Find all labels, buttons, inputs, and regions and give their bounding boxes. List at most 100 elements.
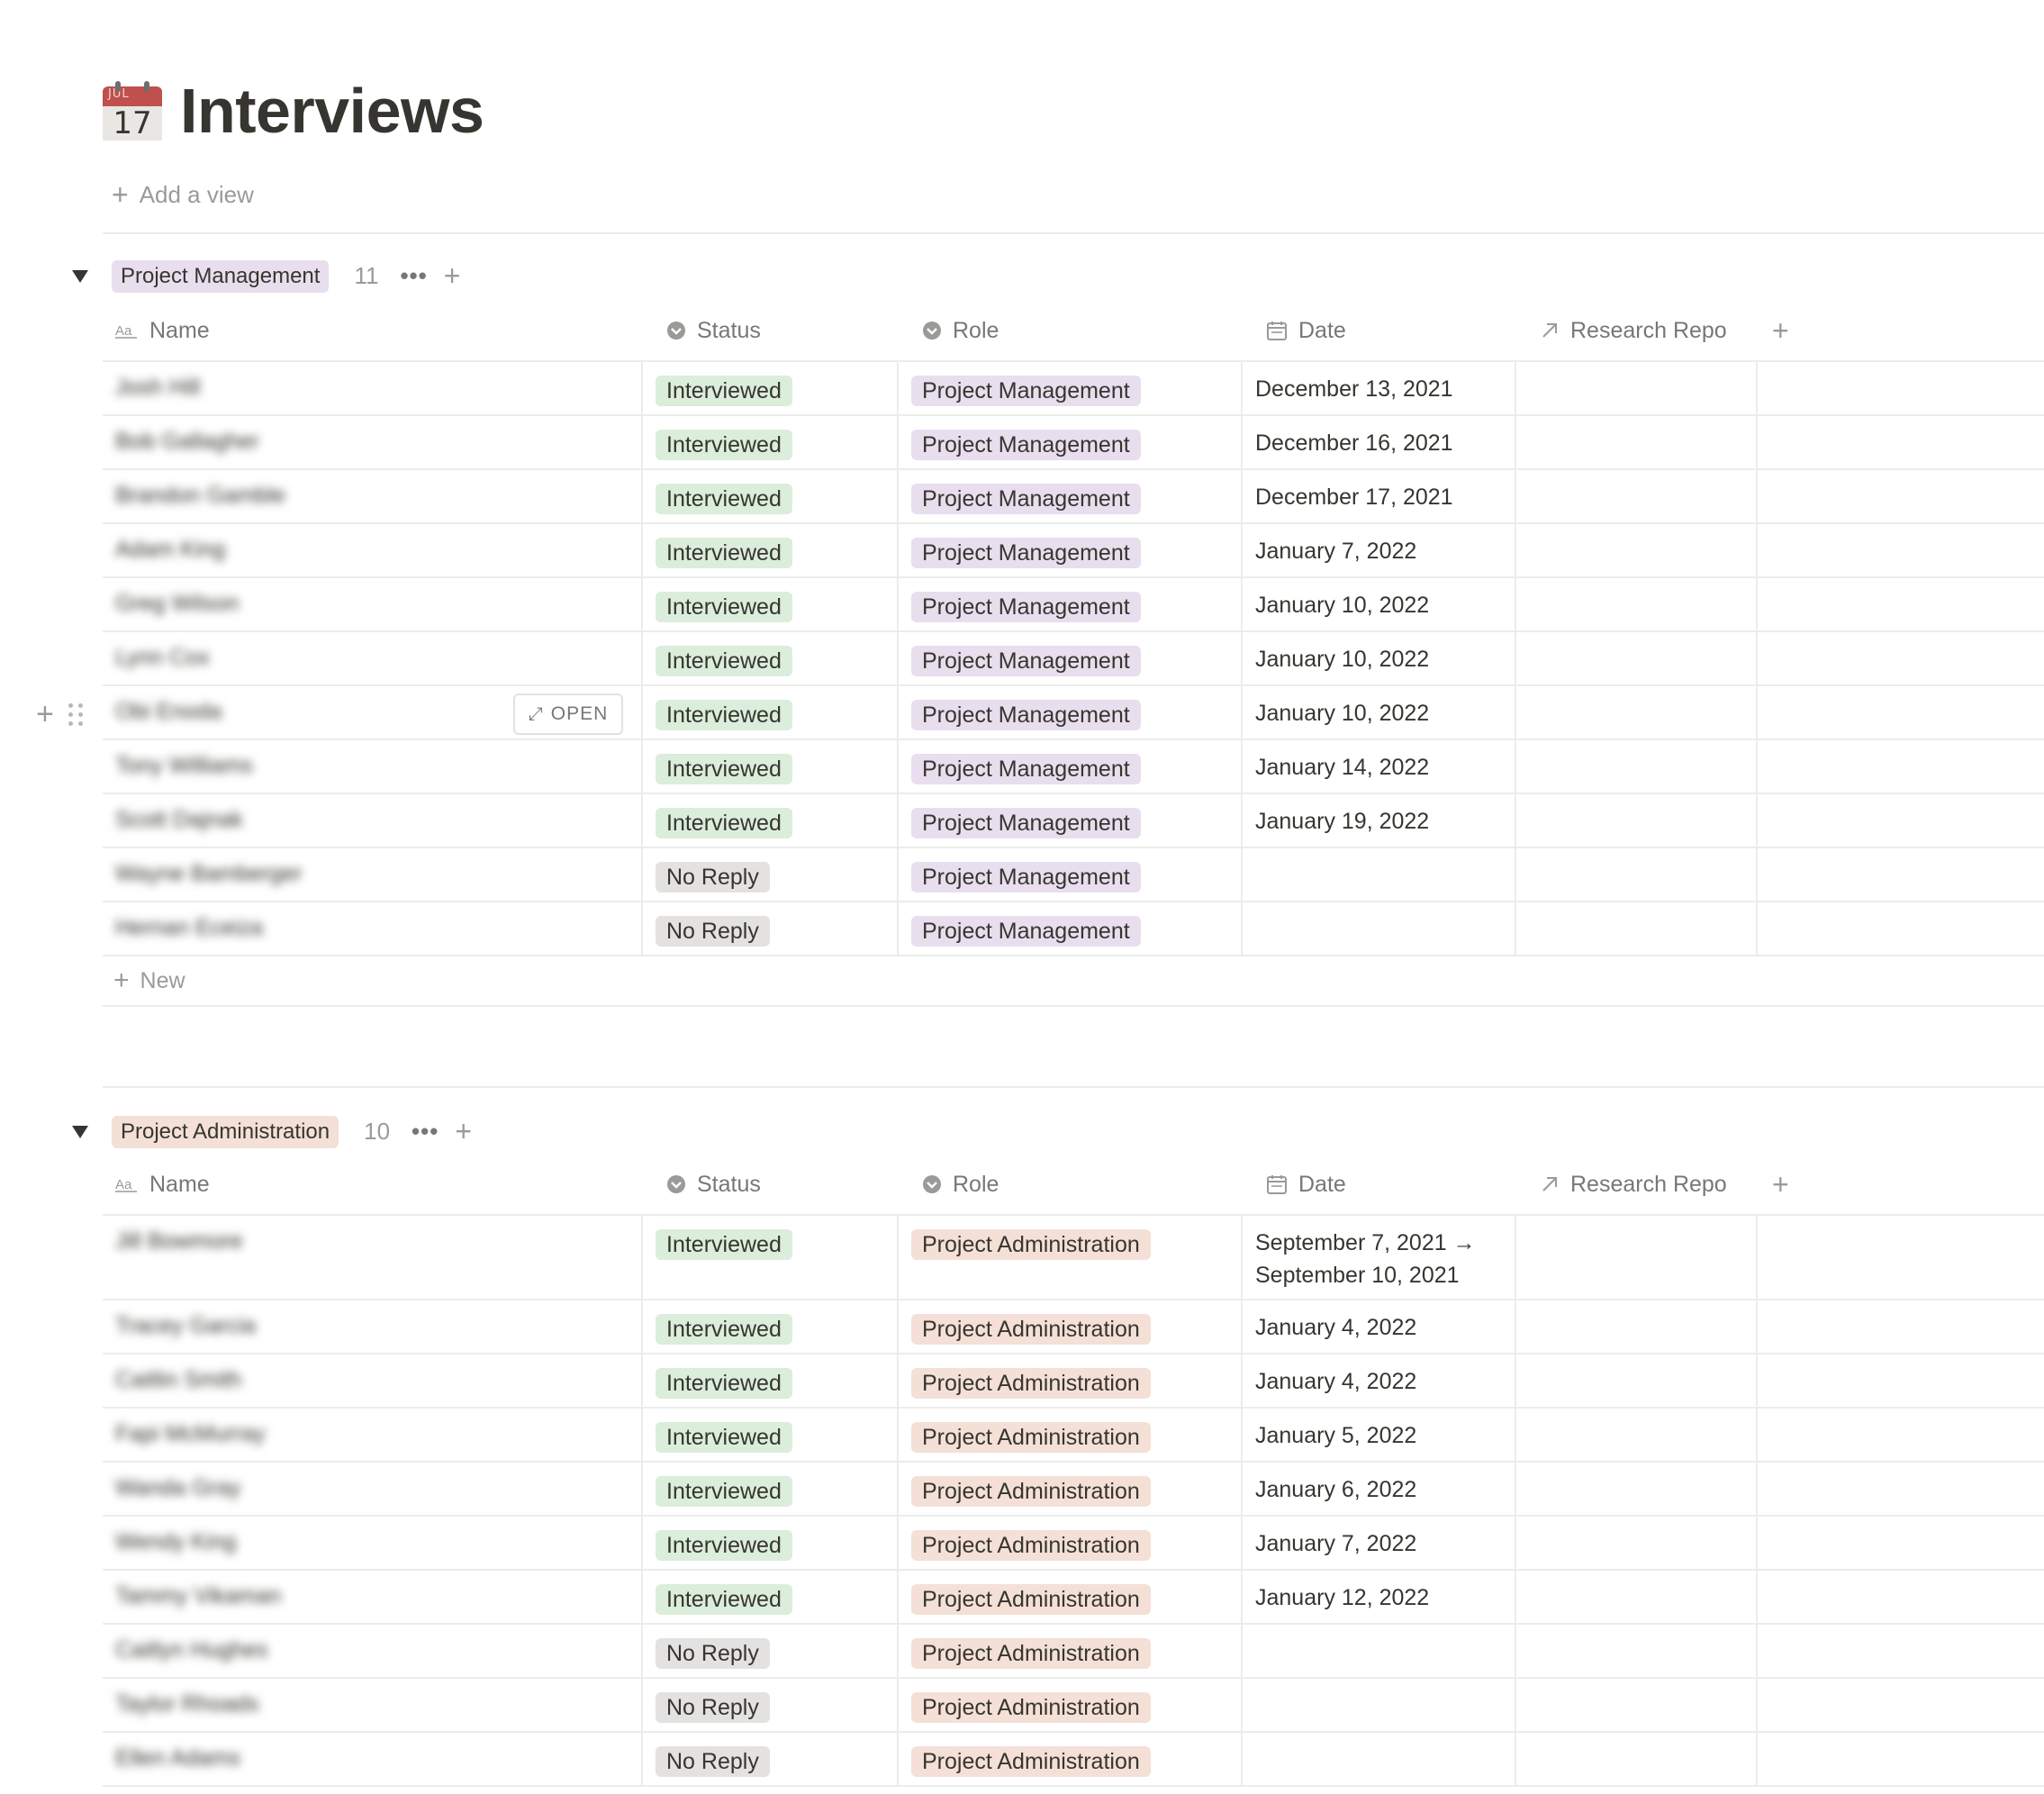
date-cell[interactable]: January 7, 2022 <box>1241 524 1515 576</box>
name-cell[interactable]: Wanda Gray <box>103 1463 639 1515</box>
column-header-role[interactable]: Role <box>922 1155 999 1214</box>
collapse-triangle-icon[interactable] <box>72 269 88 283</box>
add-row-icon[interactable]: + <box>455 1115 472 1148</box>
name-cell[interactable]: Ellen Adams <box>103 1733 639 1785</box>
name-cell[interactable]: Obi Enoda ⤢ OPEN + <box>36 686 639 738</box>
table-row[interactable]: Scott Dajnak Interviewed Project Managemen… <box>103 794 2044 848</box>
role-cell[interactable]: Project Administration <box>897 1733 1241 1785</box>
role-cell[interactable]: Project Management <box>897 686 1241 738</box>
column-header-status[interactable]: Status <box>666 1155 761 1214</box>
column-header-name[interactable]: Aa Name <box>115 1155 210 1214</box>
name-cell[interactable]: Wayne Bamberger <box>103 848 639 901</box>
research-repo-cell[interactable] <box>1515 1300 1756 1353</box>
date-cell[interactable]: January 10, 2022 <box>1241 632 1515 684</box>
status-cell[interactable]: Interviewed <box>641 1517 897 1569</box>
name-cell[interactable]: Tammy Vikaman <box>103 1571 639 1623</box>
role-cell[interactable]: Project Administration <box>897 1517 1241 1569</box>
column-header-name[interactable]: Aa Name <box>115 301 210 360</box>
role-cell[interactable]: Project Administration <box>897 1571 1241 1623</box>
column-header-repo[interactable]: Research Repo <box>1540 1155 1727 1214</box>
group-label[interactable]: Project Management <box>112 259 330 293</box>
status-cell[interactable]: Interviewed <box>641 1355 897 1407</box>
page-title[interactable]: Interviews <box>180 75 484 147</box>
status-cell[interactable]: Interviewed <box>641 1463 897 1515</box>
role-cell[interactable]: Project Administration <box>897 1625 1241 1677</box>
table-row[interactable]: Taylor Rhoads No Reply Project Administrat… <box>103 1679 2044 1733</box>
more-options-icon[interactable]: ••• <box>400 262 427 290</box>
date-cell[interactable]: December 13, 2021 <box>1241 362 1515 414</box>
status-cell[interactable]: Interviewed <box>641 470 897 522</box>
role-cell[interactable]: Project Administration <box>897 1216 1241 1299</box>
name-cell[interactable]: Tony Williams <box>103 740 639 793</box>
name-cell[interactable]: Hernan Eceiza <box>103 902 639 955</box>
research-repo-cell[interactable] <box>1515 686 1756 738</box>
table-row[interactable]: Ellen Adams No Reply Project Administratio… <box>103 1733 2044 1787</box>
add-view-button[interactable]: + Add a view <box>112 178 254 212</box>
research-repo-cell[interactable] <box>1515 470 1756 522</box>
research-repo-cell[interactable] <box>1515 794 1756 847</box>
role-cell[interactable]: Project Administration <box>897 1679 1241 1731</box>
research-repo-cell[interactable] <box>1515 1571 1756 1623</box>
role-cell[interactable]: Project Administration <box>897 1409 1241 1461</box>
column-header-role[interactable]: Role <box>922 301 999 360</box>
research-repo-cell[interactable] <box>1515 362 1756 414</box>
role-cell[interactable]: Project Management <box>897 362 1241 414</box>
table-row[interactable]: Fapi McMurray Interviewed Project Administ… <box>103 1409 2044 1463</box>
date-cell[interactable]: January 10, 2022 <box>1241 578 1515 630</box>
column-header-status[interactable]: Status <box>666 301 761 360</box>
status-cell[interactable]: No Reply <box>641 902 897 955</box>
open-button[interactable]: ⤢ OPEN <box>513 693 623 735</box>
role-cell[interactable]: Project Management <box>897 524 1241 576</box>
status-cell[interactable]: Interviewed <box>641 794 897 847</box>
name-cell[interactable]: Caitlyn Hughes <box>103 1625 639 1677</box>
more-options-icon[interactable]: ••• <box>412 1118 439 1146</box>
research-repo-cell[interactable] <box>1515 740 1756 793</box>
role-cell[interactable]: Project Management <box>897 902 1241 955</box>
name-cell[interactable]: Jill Bowmore <box>103 1216 639 1299</box>
name-cell[interactable]: Greg Wilson <box>103 578 639 630</box>
research-repo-cell[interactable] <box>1515 1517 1756 1569</box>
research-repo-cell[interactable] <box>1515 902 1756 955</box>
group-label[interactable]: Project Administration <box>112 1115 339 1148</box>
add-property-icon[interactable]: + <box>1772 301 1789 360</box>
calendar-icon[interactable]: JUL 17 <box>103 81 162 141</box>
date-cell[interactable]: January 6, 2022 <box>1241 1463 1515 1515</box>
table-row[interactable]: Tracey Garcia Interviewed Project Administ… <box>103 1300 2044 1355</box>
new-row-button[interactable]: + New <box>103 956 2044 1007</box>
name-cell[interactable]: Fapi McMurray <box>103 1409 639 1461</box>
name-cell[interactable]: Brandon Gamble <box>103 470 639 522</box>
research-repo-cell[interactable] <box>1515 1679 1756 1731</box>
role-cell[interactable]: Project Management <box>897 578 1241 630</box>
add-property-icon[interactable]: + <box>1772 1155 1789 1214</box>
research-repo-cell[interactable] <box>1515 416 1756 468</box>
status-cell[interactable]: No Reply <box>641 1625 897 1677</box>
drag-handle-icon[interactable] <box>68 703 84 726</box>
status-cell[interactable]: Interviewed <box>641 1216 897 1299</box>
name-cell[interactable]: Josh Hill <box>103 362 639 414</box>
date-cell[interactable] <box>1241 1733 1515 1785</box>
name-cell[interactable]: Taylor Rhoads <box>103 1679 639 1731</box>
add-row-icon[interactable]: + <box>444 259 461 293</box>
research-repo-cell[interactable] <box>1515 524 1756 576</box>
date-cell[interactable]: January 4, 2022 <box>1241 1300 1515 1353</box>
role-cell[interactable]: Project Administration <box>897 1355 1241 1407</box>
date-cell[interactable]: January 5, 2022 <box>1241 1409 1515 1461</box>
table-row[interactable]: Lynn Cox Interviewed Project Management Jan… <box>103 632 2044 686</box>
date-cell[interactable] <box>1241 848 1515 901</box>
table-row[interactable]: Adam King Interviewed Project Management Ja… <box>103 524 2044 578</box>
name-cell[interactable]: Wendy King <box>103 1517 639 1569</box>
date-cell[interactable]: January 10, 2022 <box>1241 686 1515 738</box>
status-cell[interactable]: Interviewed <box>641 740 897 793</box>
collapse-triangle-icon[interactable] <box>72 1125 88 1138</box>
table-row[interactable]: Jill Bowmore Interviewed Project Administr… <box>103 1216 2044 1300</box>
role-cell[interactable]: Project Management <box>897 632 1241 684</box>
status-cell[interactable]: No Reply <box>641 1679 897 1731</box>
research-repo-cell[interactable] <box>1515 632 1756 684</box>
column-header-date[interactable]: Date <box>1266 1155 1346 1214</box>
date-cell[interactable]: January 12, 2022 <box>1241 1571 1515 1623</box>
role-cell[interactable]: Project Management <box>897 740 1241 793</box>
role-cell[interactable]: Project Administration <box>897 1463 1241 1515</box>
date-cell[interactable] <box>1241 1625 1515 1677</box>
role-cell[interactable]: Project Management <box>897 848 1241 901</box>
status-cell[interactable]: Interviewed <box>641 524 897 576</box>
